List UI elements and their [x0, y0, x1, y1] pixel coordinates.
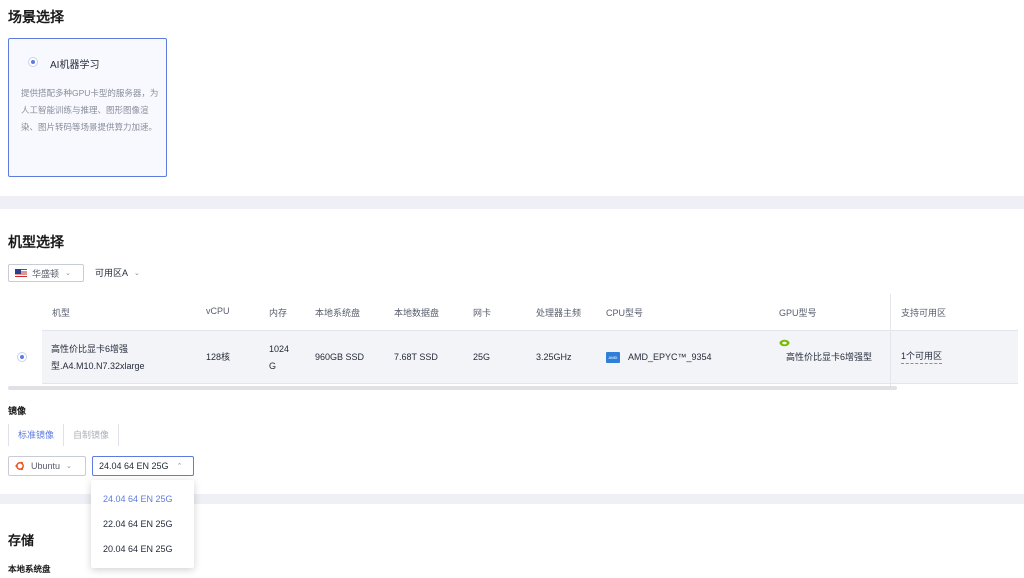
- system-disk-label: 本地系统盘: [8, 564, 51, 574]
- storage-section-title: 存储: [8, 533, 35, 548]
- cell-gpu-model: 高性价比显卡6增强型: [779, 339, 872, 366]
- column-divider: [890, 294, 891, 390]
- us-flag-icon: [15, 269, 27, 277]
- cell-nic: 25G: [473, 352, 491, 362]
- col-header-vcpu: vCPU: [206, 306, 230, 316]
- tab-standard-image[interactable]: 标准镜像: [8, 424, 65, 446]
- version-option[interactable]: 22.04 64 EN 25G: [103, 519, 173, 529]
- section-divider: [0, 196, 1024, 209]
- chevron-down-icon: ⌄: [65, 270, 71, 277]
- horizontal-scrollbar[interactable]: [8, 386, 897, 390]
- chevron-up-icon: ⌃: [176, 463, 183, 470]
- scene-card-description: 提供搭配多种GPU卡型的服务器，为人工智能训练与推理、图形图像渲染、图片转码等场…: [21, 88, 159, 132]
- cell-model-line2: 型.A4.M10.N7.32xlarge: [51, 361, 145, 371]
- ubuntu-logo-icon: [15, 461, 24, 471]
- nvidia-logo-icon: [779, 339, 790, 347]
- col-header-nic: 网卡: [473, 308, 492, 318]
- version-dropdown-menu: 24.04 64 EN 25G 22.04 64 EN 25G 20.04 64…: [91, 480, 194, 568]
- cell-model: 高性价比显卡6增强 型.A4.M10.N7.32xlarge: [51, 341, 145, 375]
- region-select[interactable]: 华盛顿 ⌄: [8, 264, 84, 282]
- table-row[interactable]: 高性价比显卡6增强 型.A4.M10.N7.32xlarge 128核 1024…: [42, 330, 1018, 384]
- cell-system-disk: 960GB SSD: [315, 352, 365, 362]
- cell-zones-link[interactable]: 1个可用区: [901, 349, 943, 364]
- cell-cpu-model: AMD AMD_EPYC™_9354: [606, 349, 712, 366]
- scene-section-title: 场景选择: [8, 9, 64, 25]
- scene-card-name: AI机器学习: [50, 60, 100, 71]
- cell-data-disk: 7.68T SSD: [394, 352, 438, 362]
- cell-memory-line1: 1024: [269, 344, 290, 354]
- col-header-data-disk: 本地数据盘: [394, 308, 440, 318]
- region-select-value: 华盛顿: [32, 268, 60, 279]
- os-select-value: Ubuntu: [31, 461, 61, 471]
- version-option[interactable]: 20.04 64 EN 25G: [103, 544, 173, 554]
- os-select[interactable]: Ubuntu ⌄: [8, 456, 86, 476]
- col-header-system-disk: 本地系统盘: [315, 308, 361, 318]
- amd-logo-icon: AMD: [606, 352, 620, 363]
- cell-vcpu: 128核: [206, 352, 231, 362]
- image-section-title: 镜像: [8, 406, 27, 416]
- zone-select-value: 可用区A: [95, 268, 129, 278]
- col-header-cpu-model: CPU型号: [606, 308, 644, 318]
- version-option[interactable]: 24.04 64 EN 25G: [103, 494, 173, 504]
- col-header-gpu-model: GPU型号: [779, 308, 817, 318]
- cell-memory: 1024 G: [269, 341, 289, 375]
- scene-card-ai[interactable]: AI机器学习 提供搭配多种GPU卡型的服务器，为人工智能训练与推理、图形图像渲染…: [8, 38, 167, 177]
- scene-radio-selected[interactable]: [28, 57, 38, 67]
- cell-memory-line2: G: [269, 361, 277, 371]
- col-header-frequency: 处理器主频: [536, 308, 582, 318]
- col-header-model: 机型: [52, 308, 71, 318]
- cell-cpu-model-text: AMD_EPYC™_9354: [628, 352, 712, 362]
- zone-select[interactable]: 可用区A ⌄: [95, 266, 140, 279]
- cell-model-line1: 高性价比显卡6增强: [51, 344, 129, 354]
- image-tabs: 标准镜像 自制镜像: [8, 424, 120, 446]
- version-select[interactable]: 24.04 64 EN 25G ⌃: [92, 456, 194, 476]
- row-radio-selected[interactable]: [17, 352, 27, 362]
- cell-gpu-model-text: 高性价比显卡6增强型: [786, 352, 873, 362]
- col-header-zones: 支持可用区: [901, 308, 947, 318]
- model-section-title: 机型选择: [8, 234, 64, 250]
- version-select-value: 24.04 64 EN 25G: [99, 461, 169, 471]
- cell-frequency: 3.25GHz: [536, 352, 572, 362]
- chevron-down-icon: ⌄: [66, 463, 72, 470]
- tab-custom-image[interactable]: 自制镜像: [64, 424, 120, 446]
- chevron-down-icon: ⌄: [134, 269, 140, 277]
- col-header-memory: 内存: [269, 308, 288, 318]
